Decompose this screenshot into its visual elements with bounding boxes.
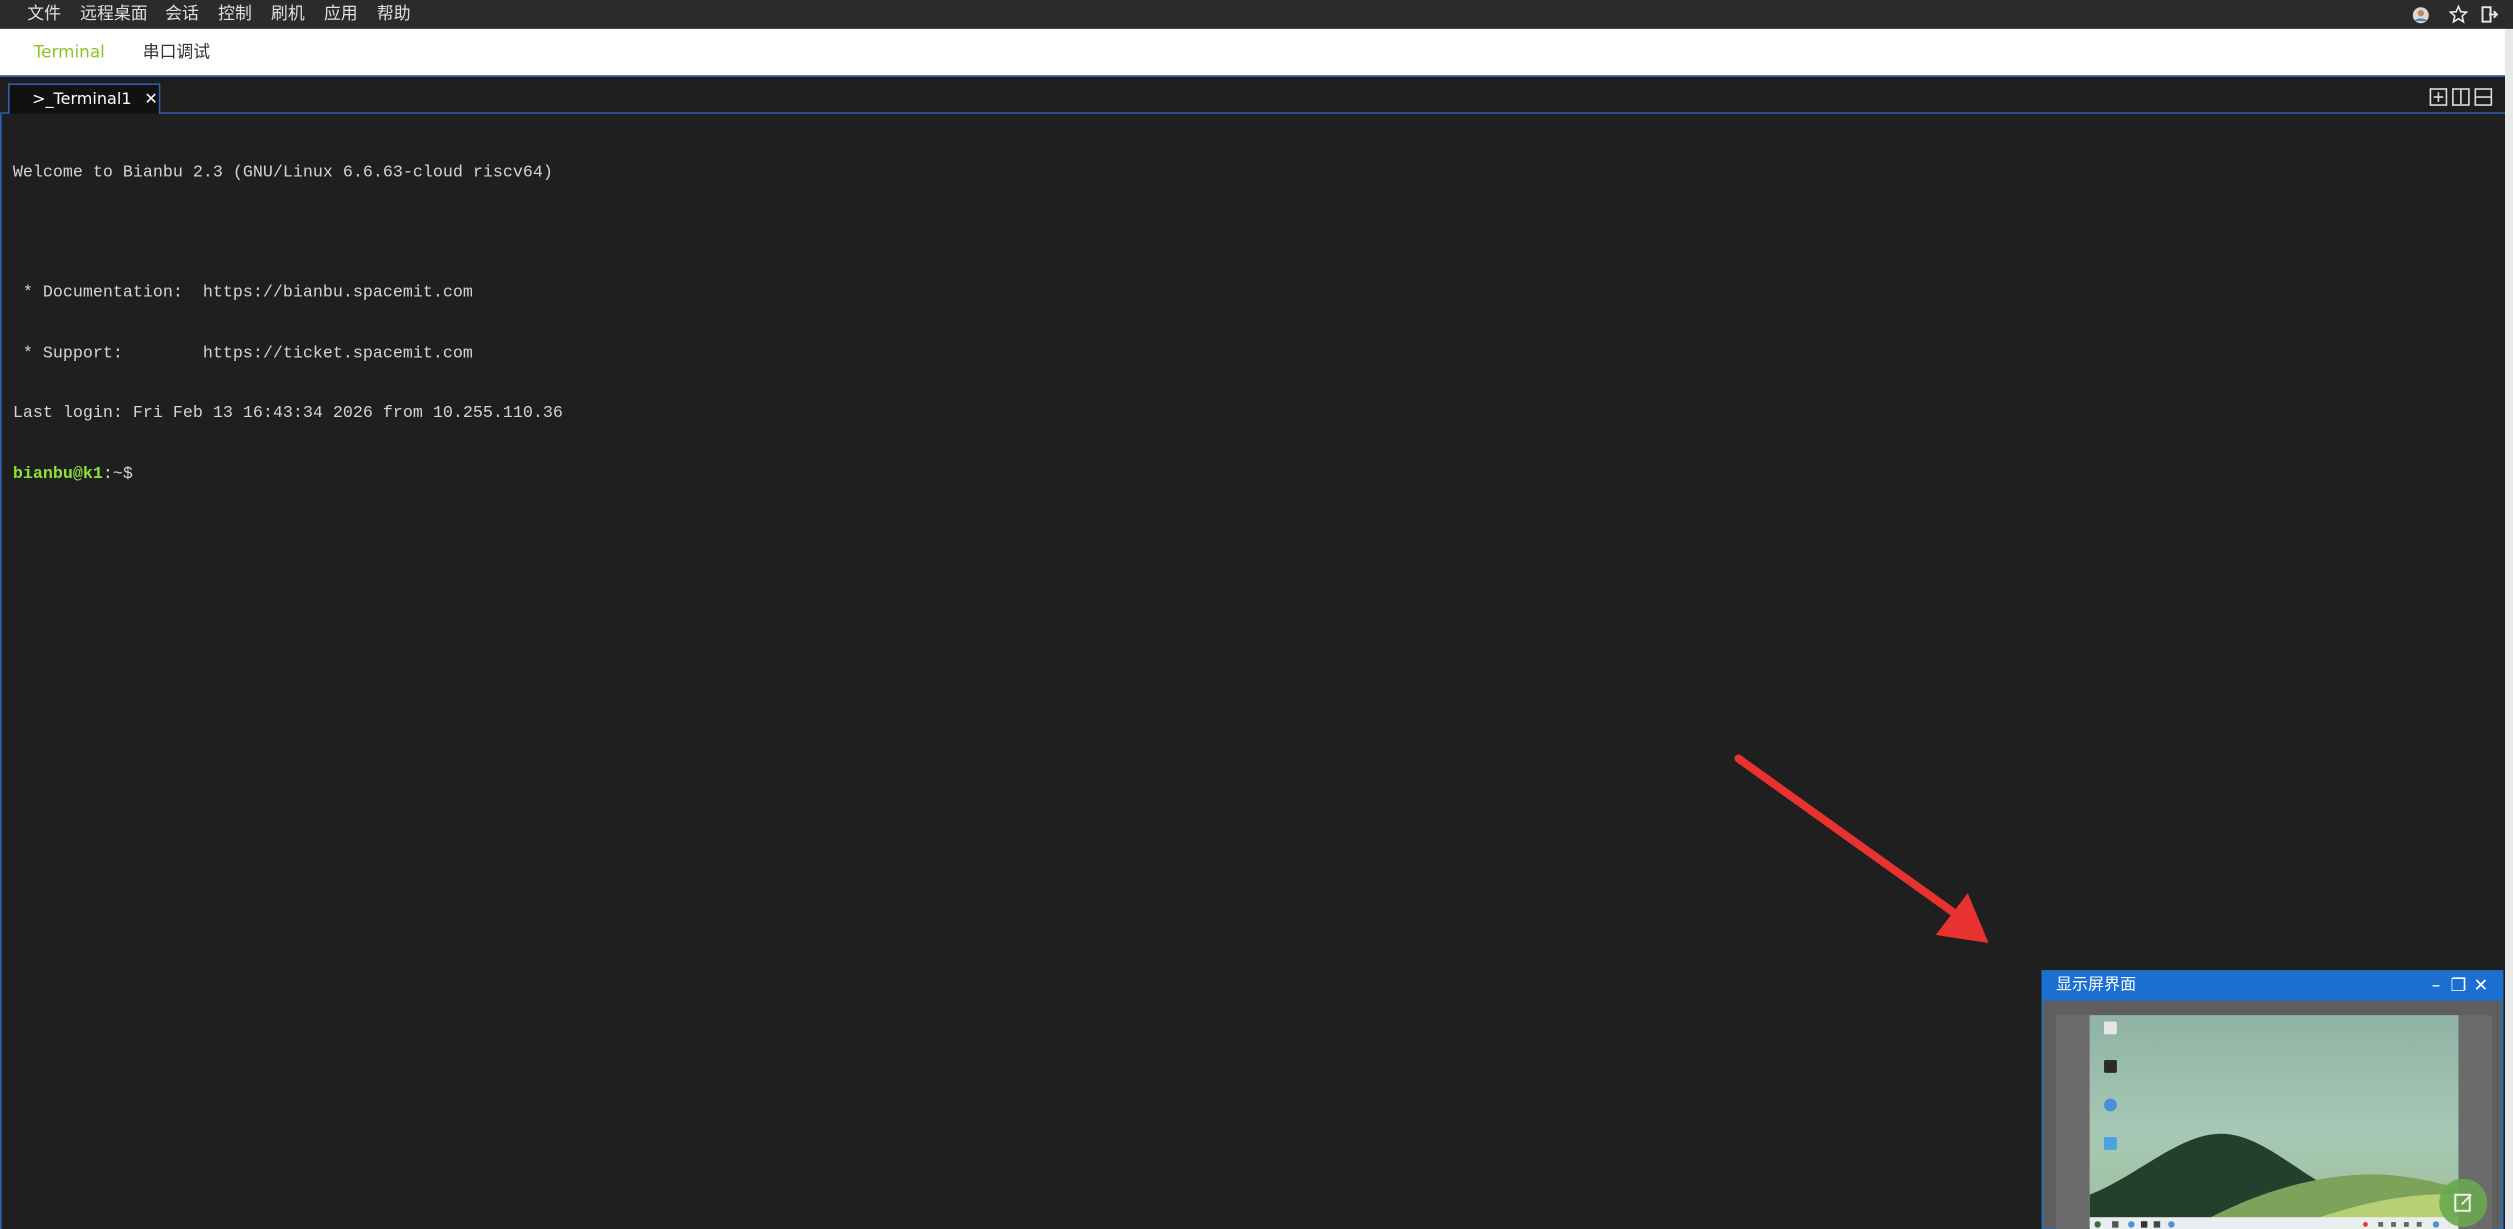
- display-preview[interactable]: [2055, 1015, 2493, 1229]
- display-window: 显示屏界面 – ❐ ✕: [2041, 970, 2504, 1229]
- display-window-title: 显示屏界面: [2055, 976, 2137, 995]
- terminal-tab-strip: >_Terminal1 ✕: [0, 75, 2505, 114]
- split-horizontal-icon[interactable]: [2474, 88, 2493, 106]
- terminal-tab-label: >_Terminal1: [32, 90, 132, 109]
- menu-flash[interactable]: 刷机: [271, 0, 305, 29]
- terminal-line: * Documentation: https://bianbu.spacemit…: [12, 283, 473, 304]
- edit-icon: [2454, 1193, 2472, 1212]
- remote-desktop-preview[interactable]: [2089, 1015, 2459, 1229]
- prompt-path: :~$: [102, 464, 133, 484]
- terminal-line: Welcome to Bianbu 2.3 (GNU/Linux 6.6.63-…: [12, 163, 553, 183]
- menu-remote-desktop[interactable]: 远程桌面: [80, 0, 147, 29]
- logout-icon[interactable]: [2478, 3, 2500, 25]
- terminal-prompt: bianbu@k1:~$: [13, 464, 563, 484]
- terminal-tab[interactable]: >_Terminal1 ✕: [8, 83, 161, 114]
- menu-session[interactable]: 会话: [165, 0, 199, 29]
- desktop-icon-terminal[interactable]: [2098, 1060, 2124, 1073]
- minimize-button[interactable]: –: [2425, 975, 2447, 997]
- restore-button[interactable]: ❐: [2447, 975, 2469, 997]
- red-arrow-annotation: [1734, 754, 1989, 943]
- app-tab-bar: Terminal 串口调试: [0, 28, 2505, 76]
- terminal-text: Welcome to Bianbu 2.3 (GNU/Linux 6.6.63-…: [13, 123, 563, 524]
- tab-terminal[interactable]: Terminal: [34, 29, 105, 76]
- close-window-button[interactable]: ✕: [2470, 975, 2492, 997]
- tab-serial-debug[interactable]: 串口调试: [143, 29, 210, 76]
- remote-taskbar[interactable]: [2089, 1217, 2459, 1229]
- terminal-line: Last login: Fri Feb 13 16:43:34 2026 fro…: [12, 404, 563, 424]
- prompt-user: bianbu@k1: [12, 464, 103, 484]
- avatar[interactable]: [2409, 3, 2431, 25]
- menu-help[interactable]: 帮助: [377, 0, 411, 29]
- floating-assistant-button[interactable]: [2439, 1178, 2488, 1227]
- menu-bar: 文件 远程桌面 会话 控制 刷机 应用 帮助: [0, 0, 2513, 29]
- star-icon[interactable]: [2447, 3, 2469, 25]
- app-window: 文件 远程桌面 会话 控制 刷机 应用 帮助 Terminal 串口调试 >_T…: [0, 0, 2513, 1229]
- menu-file[interactable]: 文件: [27, 0, 61, 29]
- desktop-icon-folder[interactable]: [2098, 1137, 2124, 1150]
- wallpaper-hills: [2089, 1133, 2459, 1229]
- new-terminal-icon[interactable]: [2429, 88, 2448, 106]
- display-window-titlebar[interactable]: 显示屏界面 – ❐ ✕: [2043, 971, 2502, 1001]
- menu-apps[interactable]: 应用: [324, 0, 358, 29]
- terminal-line: * Support: https://ticket.spacemit.com: [12, 343, 473, 364]
- split-vertical-icon[interactable]: [2452, 88, 2470, 106]
- taskbar-icons: [2094, 1221, 2440, 1228]
- menu-control[interactable]: 控制: [218, 0, 252, 29]
- close-tab-icon[interactable]: ✕: [144, 91, 157, 109]
- right-edge-strip: [2504, 28, 2513, 1229]
- desktop-icon-browser[interactable]: [2098, 1098, 2124, 1112]
- desktop-icon-trash[interactable]: [2098, 1021, 2124, 1035]
